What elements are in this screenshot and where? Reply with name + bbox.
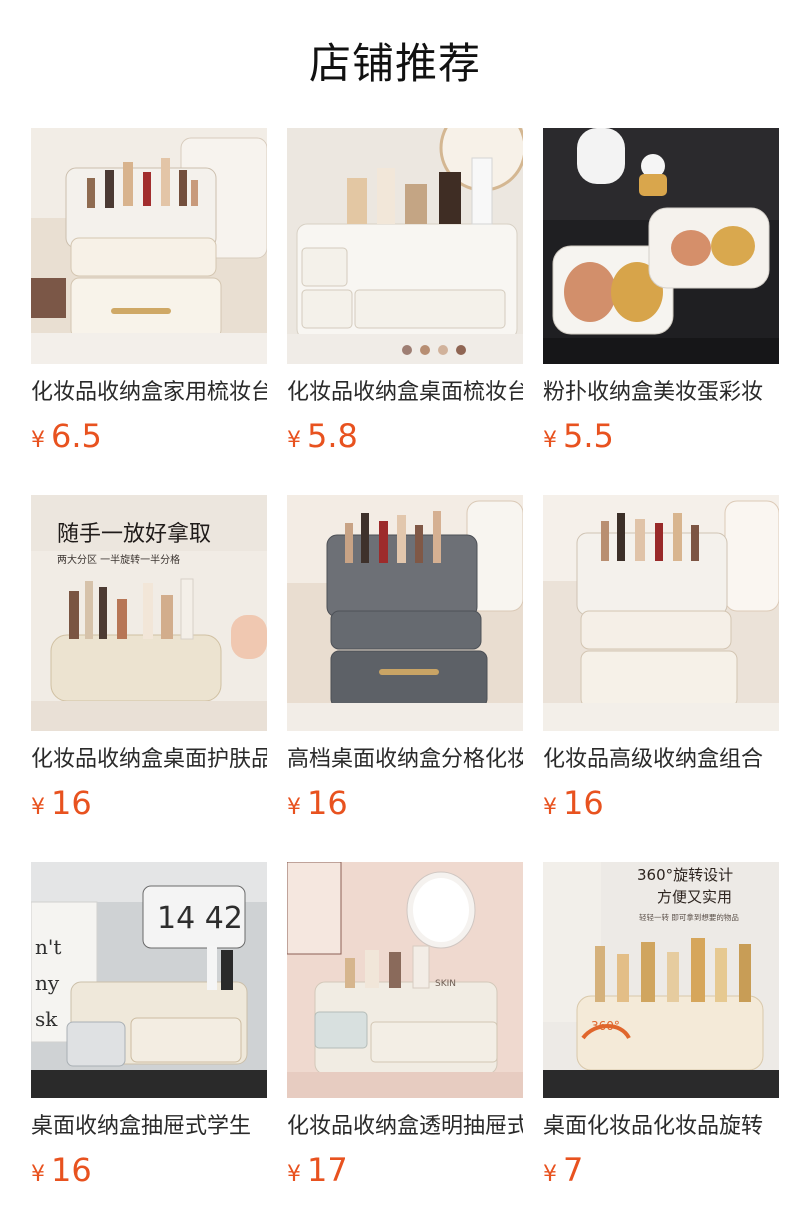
overlay-line-2: 两大分区 一半旋转一半分格 [57, 553, 180, 566]
product-price: ¥16 [31, 783, 92, 823]
product-grid: 化妆品收纳盒家用梳妆台桌面 ¥6.5 [31, 128, 790, 1198]
currency-symbol: ¥ [31, 428, 45, 453]
product-price: ¥7 [543, 1150, 583, 1190]
page-title: 店铺推荐 [308, 39, 481, 88]
product-image[interactable] [543, 128, 779, 364]
product-name[interactable]: 桌面化妆品化妆品旋转 [543, 1110, 779, 1144]
price-value: 5.5 [563, 417, 614, 455]
overlay-line-4: sk [35, 1007, 58, 1031]
price-value: 16 [563, 784, 604, 822]
price-value: 6.5 [51, 417, 102, 455]
product-name[interactable]: 粉扑收纳盒美妆蛋彩妆 [543, 376, 779, 410]
overlay-line-3: ny [35, 971, 60, 995]
product-card[interactable]: 化妆品收纳盒桌面梳妆台 ¥5.8 [287, 128, 523, 495]
product-card[interactable]: 化妆品高级收纳盒组合 ¥16 [543, 495, 779, 862]
product-card[interactable]: n't ny sk 14 42 桌面收纳盒抽屉式学生 ¥16 [31, 862, 267, 1229]
overlay-line-1: 14 42 [157, 901, 243, 936]
product-card[interactable]: 化妆品收纳盒家用梳妆台桌面 ¥6.5 [31, 128, 267, 495]
overlay-line-1: SKIN [435, 979, 456, 989]
price-value: 17 [307, 1151, 348, 1189]
currency-symbol: ¥ [287, 428, 301, 453]
product-image[interactable] [287, 495, 523, 731]
currency-symbol: ¥ [543, 428, 557, 453]
product-image[interactable]: 随手一放好拿取 两大分区 一半旋转一半分格 [31, 495, 267, 731]
product-image[interactable] [543, 495, 779, 731]
product-price: ¥16 [543, 783, 604, 823]
overlay-line-2: 方便又实用 [657, 888, 732, 906]
product-price: ¥17 [287, 1150, 348, 1190]
price-value: 16 [51, 784, 92, 822]
product-price: ¥16 [31, 1150, 92, 1190]
product-card[interactable]: 粉扑收纳盒美妆蛋彩妆 ¥5.5 [543, 128, 779, 495]
product-price: ¥6.5 [31, 416, 102, 456]
product-name[interactable]: 化妆品收纳盒透明抽屉式 [287, 1110, 523, 1144]
product-card[interactable]: 高档桌面收纳盒分格化妆品 ¥16 [287, 495, 523, 862]
currency-symbol: ¥ [31, 1162, 45, 1187]
currency-symbol: ¥ [287, 795, 301, 820]
product-price: ¥5.5 [543, 416, 614, 456]
store-recommendation-page: 店铺推荐 化妆品收纳盒家用梳妆台桌面 [0, 0, 790, 1230]
product-card[interactable]: SKIN 化妆品收纳盒透明抽屉式 ¥17 [287, 862, 523, 1229]
price-value: 16 [307, 784, 348, 822]
product-name[interactable]: 化妆品收纳盒桌面梳妆台 [287, 376, 523, 410]
product-image[interactable]: SKIN [287, 862, 523, 1098]
product-name[interactable]: 化妆品高级收纳盒组合 [543, 743, 779, 777]
currency-symbol: ¥ [543, 795, 557, 820]
currency-symbol: ¥ [543, 1162, 557, 1187]
price-value: 7 [563, 1151, 584, 1189]
product-name[interactable]: 化妆品收纳盒家用梳妆台桌面 [31, 376, 267, 410]
product-image[interactable]: 360°旋转设计 方便又实用 轻轻一转 即可拿到想要的物品 360° [543, 862, 779, 1098]
price-value: 5.8 [307, 417, 358, 455]
product-price: ¥16 [287, 783, 348, 823]
currency-symbol: ¥ [287, 1162, 301, 1187]
price-value: 16 [51, 1151, 92, 1189]
product-card[interactable]: 随手一放好拿取 两大分区 一半旋转一半分格 化妆品收纳盒桌面护肤品 ¥16 [31, 495, 267, 862]
product-image[interactable]: n't ny sk 14 42 [31, 862, 267, 1098]
product-image[interactable] [287, 128, 523, 364]
product-image[interactable] [31, 128, 267, 364]
overlay-line-1: 随手一放好拿取 [57, 521, 211, 547]
overlay-line-2: n't [35, 935, 61, 959]
overlay-line-1: 360°旋转设计 [637, 866, 733, 884]
product-name[interactable]: 高档桌面收纳盒分格化妆品 [287, 743, 523, 777]
product-card[interactable]: 360°旋转设计 方便又实用 轻轻一转 即可拿到想要的物品 360° 桌面化妆品… [543, 862, 779, 1229]
product-price: ¥5.8 [287, 416, 358, 456]
overlay-line-4: 360° [591, 1019, 620, 1033]
product-name[interactable]: 桌面收纳盒抽屉式学生 [31, 1110, 267, 1144]
currency-symbol: ¥ [31, 795, 45, 820]
product-name[interactable]: 化妆品收纳盒桌面护肤品 [31, 743, 267, 777]
overlay-line-3: 轻轻一转 即可拿到想要的物品 [639, 912, 739, 922]
